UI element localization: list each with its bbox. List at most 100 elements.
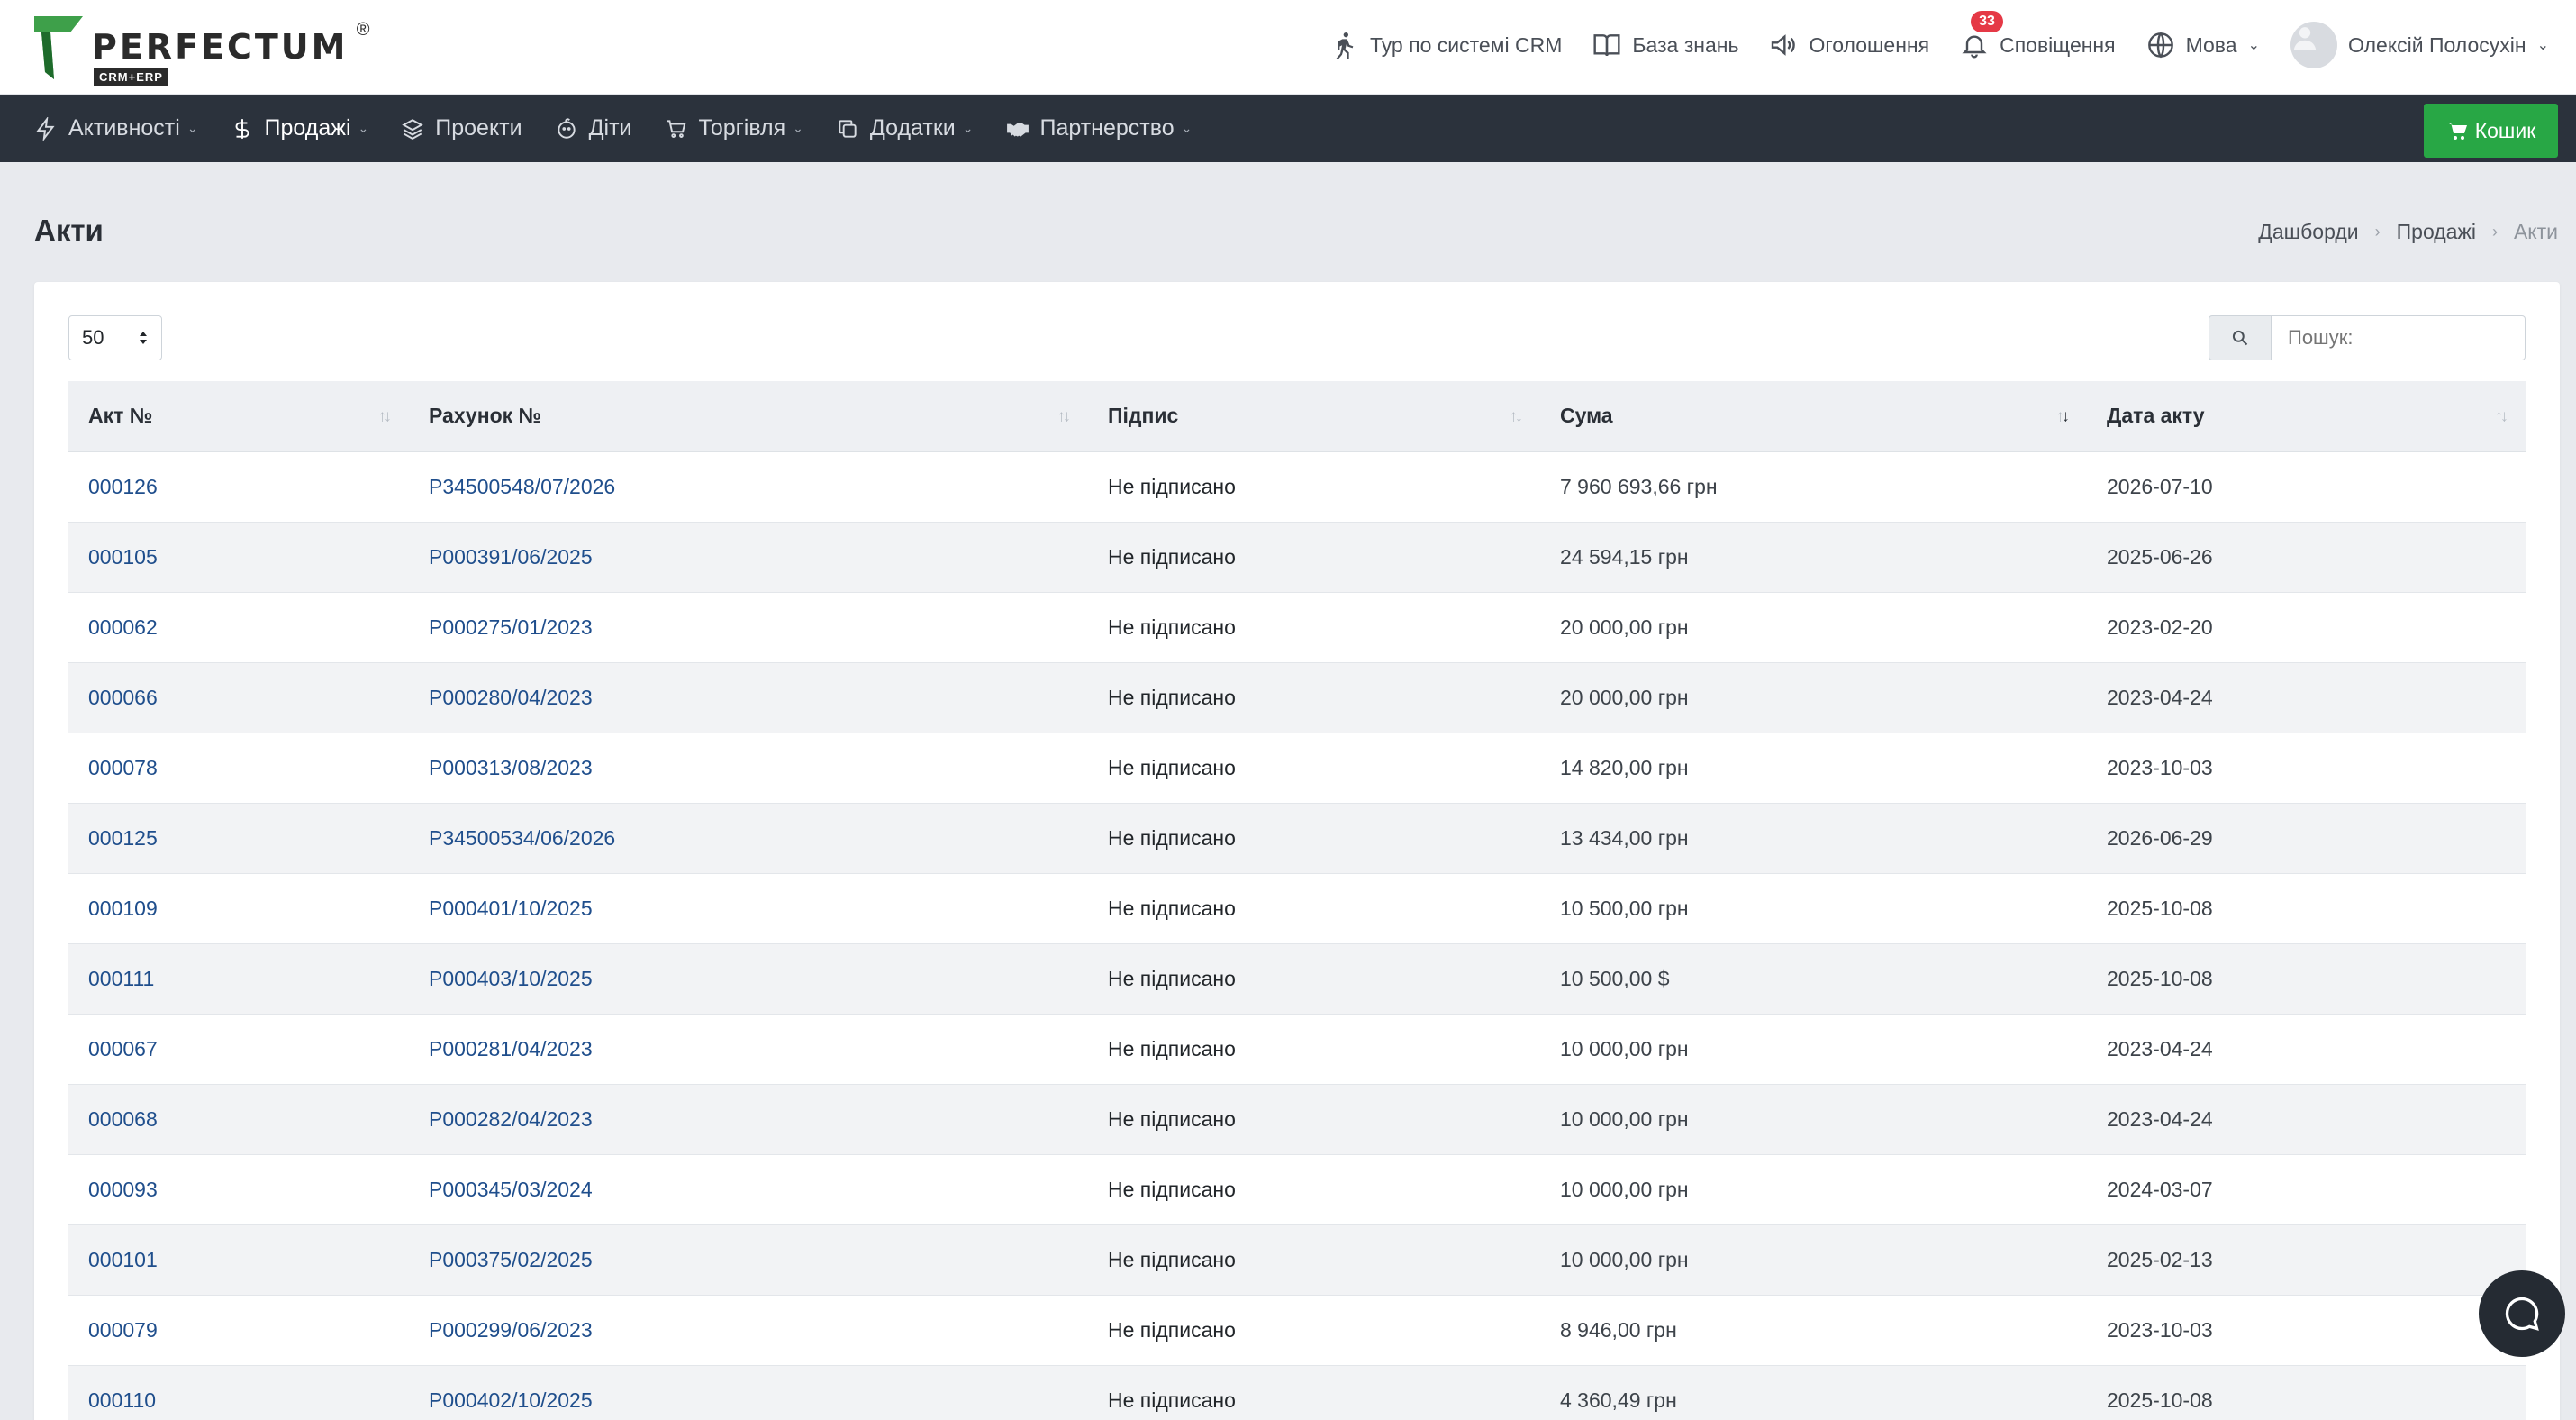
- invoice-number-link[interactable]: P000281/04/2023: [429, 1037, 593, 1060]
- knowledge-base-link[interactable]: База знань: [1592, 31, 1738, 59]
- column-header-act-number[interactable]: Акт № ↑↓: [68, 381, 409, 452]
- act-number-link[interactable]: 000078: [88, 756, 158, 779]
- logo-mark-icon: [34, 16, 83, 79]
- page-size-select[interactable]: 50: [68, 315, 162, 360]
- table-cell: Не підписано: [1088, 733, 1540, 803]
- column-header-act-date[interactable]: Дата акту ↑↓: [2087, 381, 2526, 452]
- table-cell: 2023-10-03: [2087, 1295, 2526, 1365]
- act-number-link[interactable]: 000079: [88, 1318, 158, 1342]
- nav-item-addons[interactable]: Додатки ⌄: [836, 95, 974, 162]
- chat-bubble-icon: [2505, 1297, 2539, 1331]
- tour-link[interactable]: Тур по системі CRM: [1330, 31, 1562, 59]
- act-date: 2024-03-07: [2107, 1177, 2213, 1201]
- sum-value: 14 820,00 грн: [1560, 755, 1689, 779]
- nav-item-children[interactable]: Діти: [555, 95, 632, 162]
- act-number-link[interactable]: 000066: [88, 686, 158, 709]
- table-cell: 24 594,15 грн: [1540, 522, 2087, 592]
- act-number-link[interactable]: 000111: [88, 967, 154, 990]
- chevron-down-icon: ⌄: [1181, 121, 1193, 135]
- invoice-number-link[interactable]: P000275/01/2023: [429, 615, 593, 639]
- invoice-number-link[interactable]: P000282/04/2023: [429, 1107, 593, 1131]
- breadcrumb-item-sales[interactable]: Продажі: [2397, 220, 2476, 244]
- act-number-link[interactable]: 000062: [88, 615, 158, 639]
- page-title: Акти: [34, 214, 104, 247]
- table-cell: 10 500,00 грн: [1540, 873, 2087, 943]
- act-number-link[interactable]: 000125: [88, 826, 158, 850]
- invoice-number-link[interactable]: P000403/10/2025: [429, 967, 593, 990]
- table-cell: 000078: [68, 733, 409, 803]
- column-header-sum[interactable]: Сума ↑↓: [1540, 381, 2087, 452]
- signature-status: Не підписано: [1108, 1036, 1236, 1060]
- signature-status: Не підписано: [1108, 825, 1236, 850]
- invoice-number-link[interactable]: P000391/06/2025: [429, 545, 593, 569]
- sum-value: 10 000,00 грн: [1560, 1106, 1689, 1131]
- announcements-link[interactable]: Оголошення: [1769, 31, 1929, 59]
- user-name: Олексій Полосухін: [2347, 32, 2526, 57]
- acts-card: 50 Акт №↑↓ Рахунок №↑↓ Підпис↑↓ Сума↑↓ Д…: [34, 282, 2560, 1420]
- lightning-icon: [36, 116, 55, 141]
- chat-button[interactable]: [2479, 1270, 2565, 1357]
- nav-item-sales[interactable]: Продажі ⌄: [231, 95, 368, 162]
- invoice-number-link[interactable]: P000402/10/2025: [429, 1388, 593, 1412]
- table-cell: P000403/10/2025: [409, 943, 1088, 1014]
- table-cell: Не підписано: [1088, 592, 1540, 662]
- notifications-label: Сповіщення: [2000, 32, 2116, 57]
- search-box: [2209, 315, 2526, 360]
- notifications-link[interactable]: 33 Сповіщення: [1960, 11, 2116, 59]
- act-date: 2025-06-26: [2107, 544, 2213, 569]
- invoice-number-link[interactable]: P000375/02/2025: [429, 1248, 593, 1271]
- act-date: 2026-07-10: [2107, 474, 2213, 498]
- signature-status: Не підписано: [1108, 966, 1236, 990]
- act-number-link[interactable]: 000067: [88, 1037, 158, 1060]
- table-cell: P000402/10/2025: [409, 1365, 1088, 1420]
- invoice-number-link[interactable]: P000299/06/2023: [429, 1318, 593, 1342]
- invoice-number-link[interactable]: P000280/04/2023: [429, 686, 593, 709]
- sum-value: 20 000,00 грн: [1560, 685, 1689, 709]
- sort-updown-icon: [140, 332, 147, 344]
- nav-item-projects[interactable]: Проекти: [401, 95, 522, 162]
- act-number-link[interactable]: 000068: [88, 1107, 158, 1131]
- table-cell: 000110: [68, 1365, 409, 1420]
- brand-logo[interactable]: PERFECTUM ® CRM+ERP: [34, 16, 369, 86]
- act-number-link[interactable]: 000105: [88, 545, 158, 569]
- table-row: 000101 P000375/02/2025 Не підписано 10 000,…: [68, 1224, 2526, 1295]
- announcements-label: Оголошення: [1809, 32, 1930, 57]
- table-cell: 2025-10-08: [2087, 873, 2526, 943]
- act-number-link[interactable]: 000110: [88, 1388, 156, 1412]
- nav-item-trade[interactable]: Торгівля ⌄: [665, 95, 803, 162]
- column-header-signature[interactable]: Підпис ↑↓: [1088, 381, 1540, 452]
- table-cell: P000313/08/2023: [409, 733, 1088, 803]
- search-button[interactable]: [2209, 315, 2272, 360]
- signature-status: Не підписано: [1108, 896, 1236, 920]
- table-cell: 10 500,00 $: [1540, 943, 2087, 1014]
- table-cell: Не підписано: [1088, 451, 1540, 522]
- invoice-number-link[interactable]: P34500548/07/2026: [429, 475, 615, 498]
- nav-label: Додатки: [869, 115, 956, 141]
- search-input[interactable]: [2272, 315, 2526, 360]
- page-size-value: 50: [82, 326, 104, 349]
- act-number-link[interactable]: 000093: [88, 1178, 158, 1201]
- act-date: 2023-04-24: [2107, 1036, 2213, 1060]
- cart-button[interactable]: Кошик: [2424, 104, 2558, 158]
- table-cell: P000282/04/2023: [409, 1084, 1088, 1154]
- brand-sub: CRM+ERP: [94, 68, 168, 86]
- invoice-number-link[interactable]: P000345/03/2024: [429, 1178, 593, 1201]
- signature-status: Не підписано: [1108, 1388, 1236, 1412]
- table-cell: 000105: [68, 522, 409, 592]
- invoice-number-link[interactable]: P34500534/06/2026: [429, 826, 615, 850]
- language-menu[interactable]: Мова ⌄: [2146, 31, 2260, 59]
- user-menu[interactable]: Олексій Полосухін ⌄: [2290, 22, 2549, 68]
- act-number-link[interactable]: 000126: [88, 475, 158, 498]
- nav-item-activities[interactable]: Активності ⌄: [34, 95, 198, 162]
- sort-icon: ↑↓: [378, 406, 392, 424]
- column-header-invoice-number[interactable]: Рахунок № ↑↓: [409, 381, 1088, 452]
- act-number-link[interactable]: 000109: [88, 897, 158, 920]
- act-number-link[interactable]: 000101: [88, 1248, 158, 1271]
- sum-value: 10 500,00 грн: [1560, 896, 1689, 920]
- table-cell: 000101: [68, 1224, 409, 1295]
- invoice-number-link[interactable]: P000313/08/2023: [429, 756, 593, 779]
- invoice-number-link[interactable]: P000401/10/2025: [429, 897, 593, 920]
- breadcrumb-item-dashboards[interactable]: Дашборди: [2258, 220, 2358, 244]
- act-date: 2023-10-03: [2107, 755, 2213, 779]
- nav-item-partnership[interactable]: Партнерство ⌄: [1006, 95, 1193, 162]
